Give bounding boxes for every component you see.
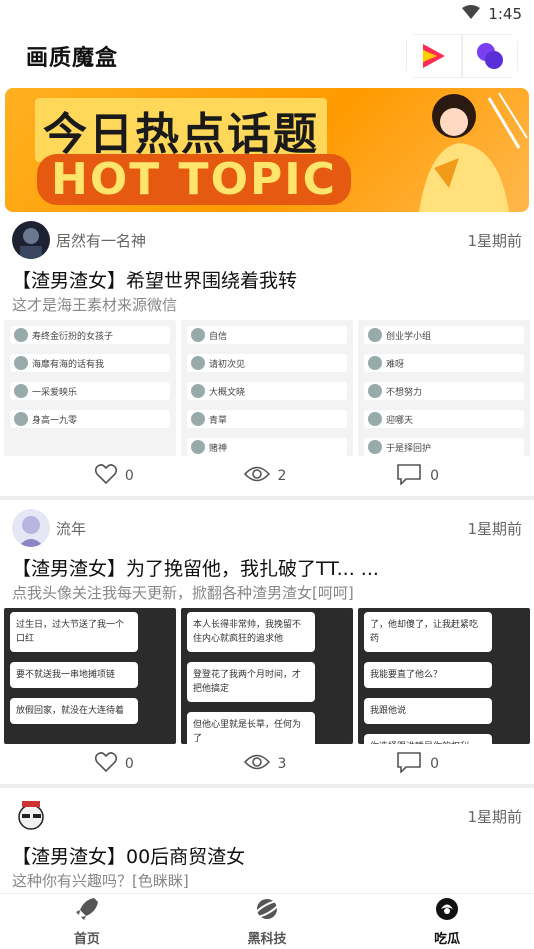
hot-topic-banner[interactable]: 今日热点话题 HOT TOPIC [5,88,529,212]
post-header: 流年 1星期前 [0,500,534,556]
comment-icon [396,463,422,489]
post-time: 1星期前 [467,519,522,538]
post-header: 居然有一名神 1星期前 [0,212,534,268]
header-icons [406,34,518,78]
post-header: 1星期前 [0,788,534,844]
post-thumbnails[interactable]: 过生日，过大节送了我一个口红 要不就送我一串地摊项链 放假回家，就没在大连待着 … [0,604,534,744]
girl-illustration [419,92,528,212]
planet-icon [253,896,281,926]
post-subtitle: 这种你有兴趣吗？[色眯眯] [12,872,189,890]
nav-home[interactable]: 首页 [74,896,100,947]
bubbles-icon[interactable] [462,34,518,78]
banner-title-en: HOT TOPIC [37,154,351,205]
post-title[interactable]: 【渣男渣女】00后商贸渣女 [0,844,534,870]
post-thumbnails[interactable]: 寿终金衍扮的女孩子 海靡有海的话有我 一采爱映乐 身高一九零 自信 请初次见 大… [0,316,534,456]
nav-melon[interactable]: 吃瓜 [434,896,460,947]
rocket-icon [74,896,100,926]
heart-icon [94,464,117,488]
post-title[interactable]: 【渣男渣女】为了挽留他，我扎破了TT... ... [0,556,534,582]
like-button[interactable]: 0 [94,752,134,776]
post-time: 1星期前 [467,807,522,826]
thumbnail[interactable]: 创业学小组 难呀 不想努力 迎哪天 于是择回护 [358,320,530,456]
eye-icon [243,465,270,487]
comment-button[interactable]: 0 [396,463,439,489]
feed-item[interactable]: 居然有一名神 1星期前 【渣男渣女】希望世界围绕着我转 这才是海王素材来源微信 … [0,212,534,500]
nav-melon-label: 吃瓜 [434,932,461,947]
bottom-nav: 首页 黑科技 吃瓜 [0,893,534,949]
nav-tech[interactable]: 黑科技 [247,896,286,947]
author-name[interactable]: 流年 [56,518,86,539]
post-subtitle: 点我头像关注我每天更新，掀翻各种渣男渣女[呵呵] [12,584,354,602]
view-count: 3 [277,756,287,772]
avatar[interactable] [12,221,50,259]
comment-count: 0 [430,468,440,484]
heart-icon [94,752,117,776]
nav-home-label: 首页 [73,932,100,947]
video-play-icon[interactable] [406,34,462,78]
post-stats: 0 3 0 [0,744,534,784]
banner-title-cn: 今日热点话题 [35,98,327,162]
author-name[interactable]: 居然有一名神 [56,230,146,251]
thumbnail[interactable]: 本人长得非常帅，我挽留不住内心就疯狂的追求他 登登花了我两个月时间，才把他搞定 … [181,608,353,744]
post-subtitle: 这才是海王素材来源微信 [12,296,178,314]
comment-count: 0 [430,756,440,772]
thumbnail[interactable]: 了，他却傻了，让我赶紧吃药 我能要直了他么？ 我跟他说 你选择跟谁睡是你的权利，… [358,608,530,744]
view-count: 2 [277,468,287,484]
app-title: 画质魔盒 [26,46,119,71]
feed-item[interactable]: 流年 1星期前 【渣男渣女】为了挽留他，我扎破了TT... ... 点我头像关注… [0,500,534,788]
view-counter: 2 [243,465,287,487]
thumbnail[interactable]: 自信 请初次见 大概文晓 青草 赌神 [181,320,353,456]
melon-icon [434,896,460,926]
like-count: 0 [124,468,134,484]
eye-icon [243,753,270,775]
thumbnail[interactable]: 寿终金衍扮的女孩子 海靡有海的话有我 一采爱映乐 身高一九零 [4,320,176,456]
comment-icon [396,751,422,777]
thumbnail[interactable]: 过生日，过大节送了我一个口红 要不就送我一串地摊项链 放假回家，就没在大连待着 [4,608,176,744]
comment-button[interactable]: 0 [396,751,439,777]
nav-tech-label: 黑科技 [247,932,287,947]
like-button[interactable]: 0 [94,464,134,488]
status-bar: 1:45 [0,0,534,30]
post-stats: 0 2 0 [0,456,534,496]
like-count: 0 [124,756,134,772]
post-title[interactable]: 【渣男渣女】希望世界围绕着我转 [0,268,534,294]
feed-item[interactable]: 1星期前 【渣男渣女】00后商贸渣女 这种你有兴趣吗？[色眯眯] [0,788,534,892]
avatar[interactable] [12,797,50,835]
app-header: 画质魔盒 [0,30,534,82]
wifi-icon [462,5,481,23]
post-time: 1星期前 [467,231,522,250]
view-counter: 3 [243,753,287,775]
status-time: 1:45 [488,5,522,23]
avatar[interactable] [12,509,50,547]
